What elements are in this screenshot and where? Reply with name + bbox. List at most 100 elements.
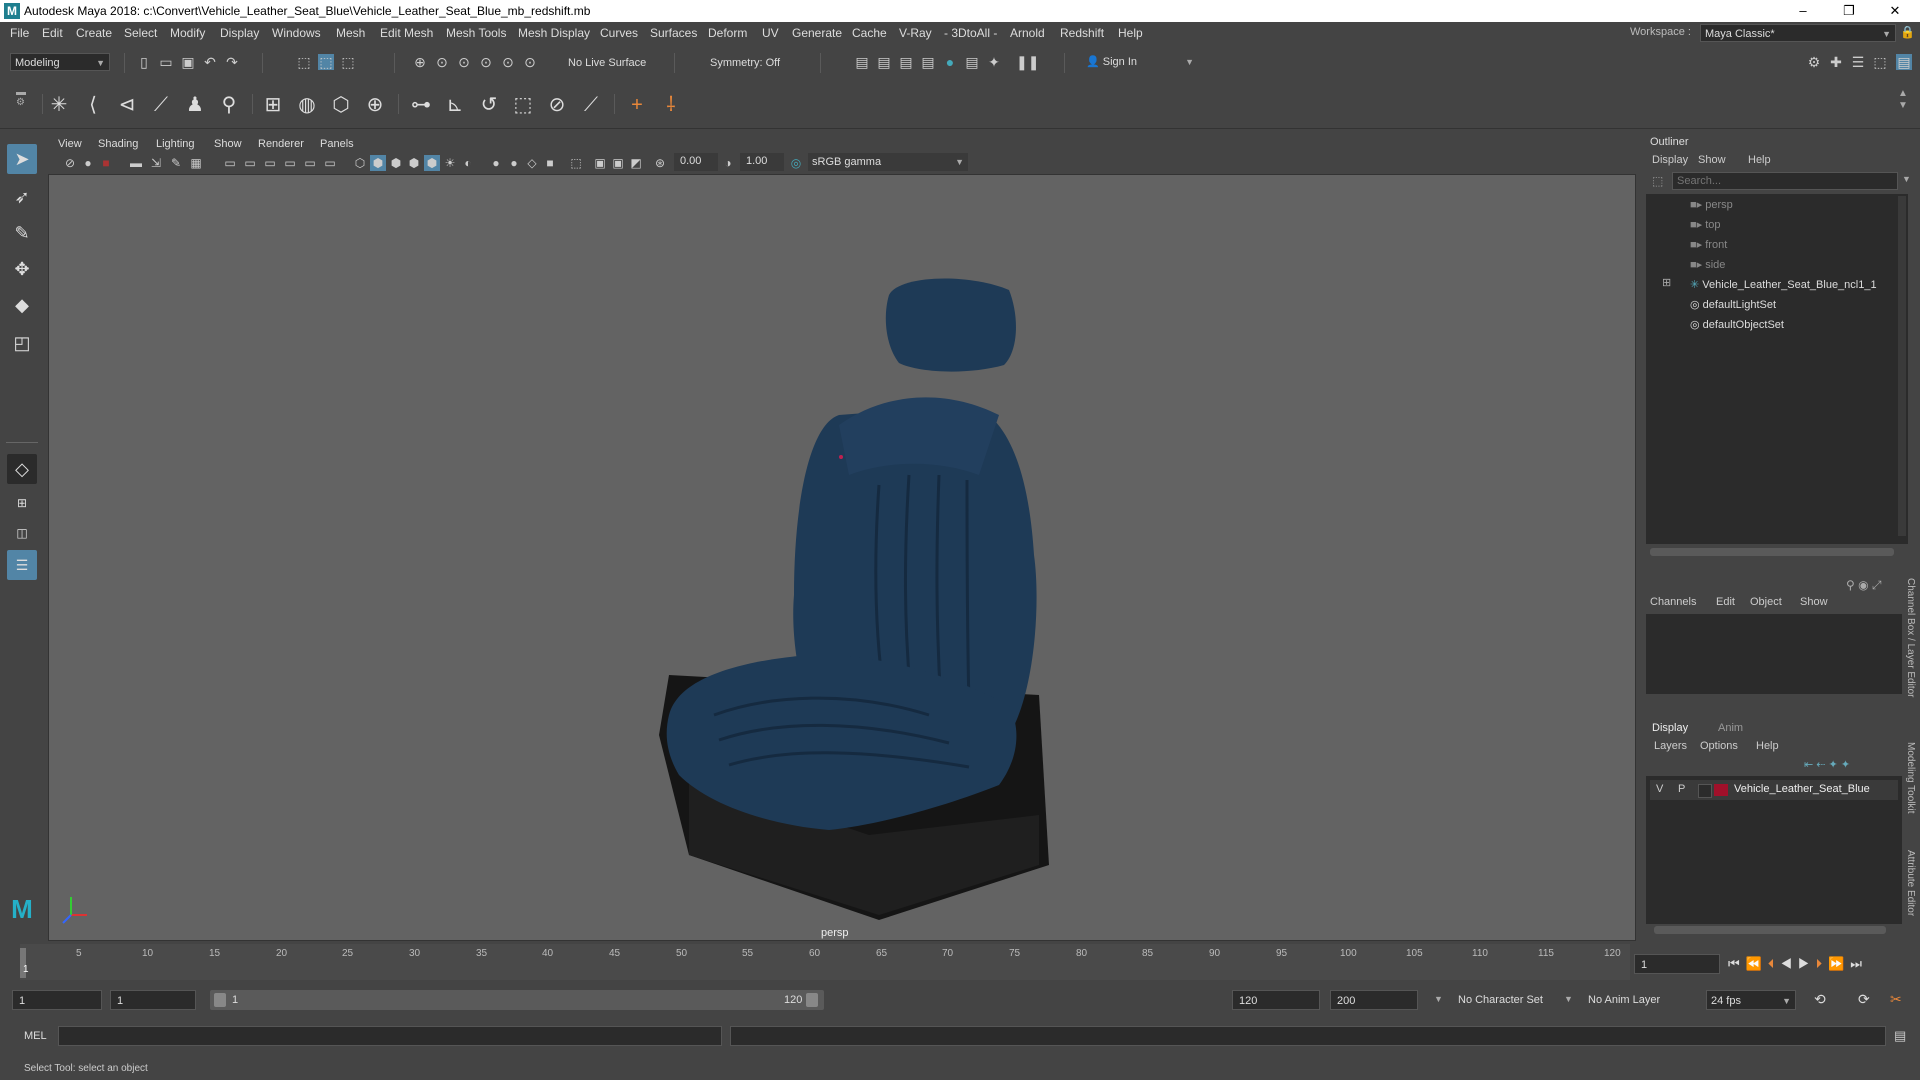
outliner-item[interactable]: ■▸ top [1690, 216, 1721, 234]
layer-name[interactable]: Vehicle_Leather_Seat_Blue [1734, 783, 1870, 795]
modeling-toolkit-icon[interactable]: ⚙ [1806, 54, 1822, 70]
vp-menu-renderer[interactable]: Renderer [258, 138, 304, 150]
outliner-item[interactable]: ■▸ side [1690, 256, 1725, 274]
lock-icon[interactable]: 🔒 [1900, 25, 1915, 39]
quick-rig-icon[interactable]: ⚲ [216, 92, 242, 118]
symmetry-label[interactable]: Symmetry: Off [710, 57, 780, 69]
menu-deform[interactable]: Deform [708, 26, 747, 40]
two-view-icon[interactable]: ◫ [7, 518, 37, 548]
auto-key-icon[interactable]: ⟳ [1858, 991, 1870, 1008]
ambient-occlusion-icon[interactable]: ◐ [460, 155, 476, 171]
constraint-parent-icon[interactable]: ⊶ [408, 92, 434, 118]
snap-curve-icon[interactable]: ⊙ [434, 54, 450, 70]
menu-file[interactable]: File [10, 26, 29, 40]
joint-tool-icon[interactable]: ✳ [46, 92, 72, 118]
playback-start-field[interactable]: 1 [110, 990, 196, 1010]
hud-icon[interactable]: ▣ [592, 155, 608, 171]
cluster-icon[interactable]: ⊞ [260, 92, 286, 118]
go-to-end-icon[interactable]: ⏭ [1850, 956, 1868, 971]
step-back-key-icon[interactable]: ⏪ [1746, 956, 1768, 971]
ik-handle-icon[interactable]: ⟨ [80, 92, 106, 118]
render-view-icon[interactable]: ▤ [876, 54, 892, 70]
menu-uv[interactable]: UV [762, 26, 779, 40]
loop-icon[interactable]: ⟲ [1814, 991, 1826, 1008]
film-gate-icon[interactable]: ▭ [222, 155, 238, 171]
new-scene-icon[interactable]: ▯ [136, 54, 152, 70]
animation-start-field[interactable]: 1 [12, 990, 102, 1010]
wrap-icon[interactable]: ⬡ [328, 92, 354, 118]
use-all-lights-icon[interactable]: ⬢ [424, 155, 440, 171]
select-hierarchy-icon[interactable]: ⬚ [296, 54, 312, 70]
shadows-icon[interactable]: ☀ [442, 155, 458, 171]
wireframe-icon[interactable]: ⬡ [352, 155, 368, 171]
maximize-button[interactable]: ❐ [1826, 0, 1872, 22]
lasso-tool-icon[interactable]: ➶ [7, 182, 37, 212]
attribute-editor-icon[interactable]: ☰ [1850, 54, 1866, 70]
menu-mesh-tools[interactable]: Mesh Tools [446, 26, 506, 40]
step-back-frame-icon[interactable]: ⏴ [1768, 956, 1781, 971]
constraint-scale-icon[interactable]: ⬚ [510, 92, 536, 118]
layer-tab-display[interactable]: Display [1652, 722, 1688, 734]
step-forward-frame-icon[interactable]: ⏵ [1816, 956, 1829, 971]
constraint-point-icon[interactable]: ⊾ [442, 92, 468, 118]
range-slider-start-handle[interactable] [214, 993, 226, 1007]
layer-tools-icon[interactable]: ⇤ ⇠ ✦ ✦ [1804, 758, 1850, 771]
layer-playback-toggle[interactable]: P [1678, 783, 1685, 795]
outliner-item[interactable]: ✳ Vehicle_Leather_Seat_Blue_ncl1_1 [1690, 276, 1877, 294]
resolution-gate-icon[interactable]: ▭ [242, 155, 258, 171]
time-slider[interactable]: 1 5 10 15 20 25 30 35 40 45 50 55 60 65 … [0, 944, 1920, 984]
vp-menu-panels[interactable]: Panels [320, 138, 354, 150]
layer-menu-layers[interactable]: Layers [1654, 740, 1687, 752]
current-frame-field[interactable]: 1 [1634, 954, 1720, 974]
live-surface-label[interactable]: No Live Surface [568, 57, 646, 69]
anim-prefs-icon[interactable]: ✂ [1890, 991, 1902, 1008]
move-tool-icon[interactable]: ✥ [7, 254, 37, 284]
seat-model[interactable] [49, 175, 1635, 940]
layer-visibility-toggle[interactable]: V [1656, 783, 1663, 795]
menu-vray[interactable]: V-Ray [899, 26, 932, 40]
open-scene-icon[interactable]: ▭ [158, 54, 174, 70]
menu-modify[interactable]: Modify [170, 26, 205, 40]
range-slider[interactable]: 1 120 [210, 990, 824, 1010]
menu-3dtoall[interactable]: - 3DtoAll - [944, 26, 997, 40]
select-component-icon[interactable]: ⬚ [340, 54, 356, 70]
vp-menu-lighting[interactable]: Lighting [156, 138, 195, 150]
menu-mesh[interactable]: Mesh [336, 26, 365, 40]
outliner-layout-icon[interactable]: ☰ [7, 550, 37, 580]
camera-attributes-icon[interactable]: ⊘ [62, 155, 78, 171]
gamma-icon[interactable]: ◑ [720, 155, 736, 171]
chevron-down-icon[interactable]: ▼ [1434, 994, 1443, 1004]
ik-spline-icon[interactable]: ⊲ [114, 92, 140, 118]
command-input[interactable] [58, 1026, 722, 1046]
menu-surfaces[interactable]: Surfaces [650, 26, 697, 40]
isolate-select-icon[interactable]: ■ [542, 155, 558, 171]
filter-icon[interactable]: ⬚ [1652, 174, 1663, 188]
time-slider-track[interactable]: 1 5 10 15 20 25 30 35 40 45 50 55 60 65 … [20, 944, 1630, 980]
script-language-toggle[interactable]: MEL [24, 1030, 47, 1042]
light-editor-icon[interactable]: ✦ [986, 54, 1002, 70]
shelf-scroll-icon[interactable]: ▲ ▼ [1898, 88, 1908, 112]
smooth-shade-icon[interactable]: ⬢ [370, 155, 386, 171]
channel-box-side-tab[interactable]: Channel Box / Layer Editor [1905, 578, 1916, 698]
sign-in-dropdown[interactable]: 👤 Sign In ▼ [1082, 53, 1198, 71]
color-management-icon[interactable]: ◎ [788, 155, 804, 171]
redo-icon[interactable]: ↷ [224, 54, 240, 70]
outliner-scrollbar[interactable] [1898, 196, 1906, 536]
menu-cache[interactable]: Cache [852, 26, 887, 40]
channels-menu-object[interactable]: Object [1750, 596, 1782, 608]
blendshape-icon[interactable]: ⊕ [362, 92, 388, 118]
character-set-label[interactable]: No Character Set [1458, 994, 1543, 1006]
bookmark-icon[interactable]: ■ [98, 155, 114, 171]
outliner-search-input[interactable] [1672, 172, 1898, 190]
multisample-icon[interactable]: ⬚ [568, 155, 584, 171]
range-slider-end-handle[interactable] [806, 993, 818, 1007]
channel-box-icon[interactable]: ▤ [1896, 54, 1912, 70]
outliner-menu-display[interactable]: Display [1652, 154, 1688, 166]
exposure-field[interactable]: 0.00 [674, 153, 718, 171]
safe-action-icon[interactable]: ▭ [302, 155, 318, 171]
locator-icon[interactable]: + [624, 92, 650, 118]
step-forward-key-icon[interactable]: ⏩ [1828, 956, 1850, 971]
gate-mask-icon[interactable]: ▭ [262, 155, 278, 171]
chevron-down-icon[interactable]: ▼ [1564, 994, 1573, 1004]
xray-components-icon[interactable]: ◇ [524, 155, 540, 171]
